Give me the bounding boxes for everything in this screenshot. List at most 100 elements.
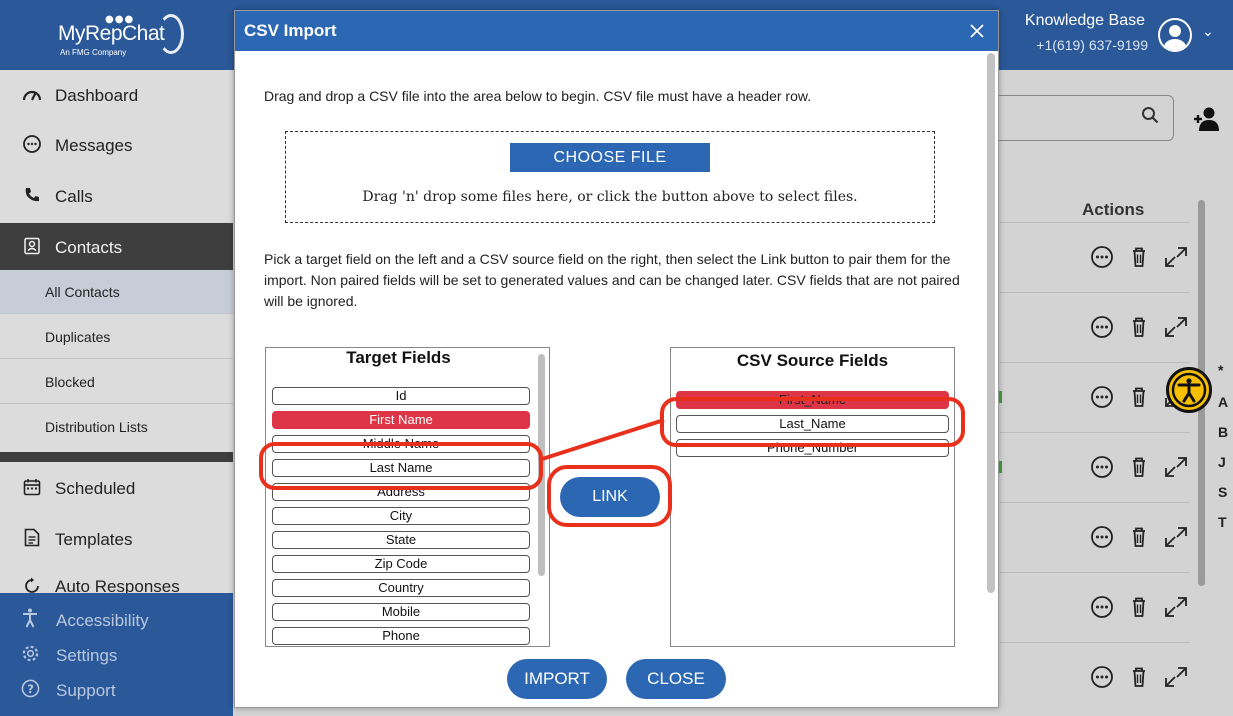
sidebar-item-label: Auto Responses: [55, 577, 180, 593]
target-field-phone[interactable]: Phone: [272, 627, 530, 645]
accessibility-icon: [19, 608, 41, 633]
source-field-phone-number[interactable]: Phone_Number: [676, 439, 949, 457]
dialog-scrollbar[interactable]: [987, 53, 995, 593]
dialog-title: CSV Import: [244, 21, 337, 40]
sidebar-subitem-blocked[interactable]: Blocked: [0, 360, 233, 404]
row-divider: [1000, 572, 1190, 573]
sidebar-item-settings[interactable]: Settings: [0, 638, 233, 673]
sidebar-item-support[interactable]: ? Support: [0, 673, 233, 708]
search-icon[interactable]: [1141, 106, 1159, 124]
alpha-index-item[interactable]: S: [1218, 484, 1227, 500]
sidebar-item-label: Contacts: [55, 238, 123, 257]
sidebar-item-templates[interactable]: Templates: [0, 515, 233, 565]
csv-import-dialog: CSV Import Drag and drop a CSV file into…: [234, 10, 999, 708]
actions-column-header: Actions: [1082, 200, 1145, 219]
sidebar-item-label: Dashboard: [55, 86, 139, 105]
expand-contact-icon[interactable]: [1163, 315, 1189, 339]
source-field-last-name[interactable]: Last_Name: [676, 415, 949, 433]
delete-contact-icon[interactable]: [1126, 665, 1152, 689]
import-button[interactable]: IMPORT: [507, 659, 607, 699]
account-phone: +1(619) 637-9199: [1036, 37, 1148, 53]
csv-source-fields-list[interactable]: CSV Source Fields First_Name Last_Name P…: [670, 347, 955, 647]
sidebar-item-label: Support: [56, 680, 116, 700]
sidebar-bottom-panel: Accessibility Settings ? Support: [0, 593, 233, 716]
delete-contact-icon[interactable]: [1126, 315, 1152, 339]
choose-file-button[interactable]: CHOOSE FILE: [510, 143, 710, 172]
close-button[interactable]: CLOSE: [626, 659, 726, 699]
delete-contact-icon[interactable]: [1126, 385, 1152, 409]
contact-card-icon: [22, 237, 42, 260]
sidebar-item-label: Scheduled: [55, 479, 136, 498]
accessibility-widget-icon[interactable]: [1166, 367, 1212, 413]
document-icon: [22, 528, 42, 552]
target-field-first-name[interactable]: First Name: [272, 411, 530, 429]
user-avatar-icon[interactable]: [1158, 18, 1192, 52]
close-icon[interactable]: [964, 18, 990, 44]
delete-contact-icon[interactable]: [1126, 455, 1152, 479]
sidebar-subitem-distribution-lists[interactable]: Distribution Lists: [0, 405, 233, 449]
sidebar-item-label: Accessibility: [56, 610, 149, 630]
app-logo[interactable]: ●●● MyRepChat An FMG Company: [58, 12, 188, 62]
message-contact-icon[interactable]: [1089, 525, 1115, 549]
refresh-icon: [22, 577, 42, 593]
expand-contact-icon[interactable]: [1163, 665, 1189, 689]
target-field-zip-code[interactable]: Zip Code: [272, 555, 530, 573]
message-contact-icon[interactable]: [1089, 315, 1115, 339]
sidebar-item-scheduled[interactable]: Scheduled: [0, 464, 233, 514]
expand-contact-icon[interactable]: [1163, 595, 1189, 619]
add-contact-icon[interactable]: [1193, 106, 1221, 132]
sidebar-item-contacts[interactable]: Contacts: [0, 223, 233, 273]
alpha-index-item[interactable]: *: [1218, 362, 1223, 378]
expand-contact-icon[interactable]: [1163, 525, 1189, 549]
target-fields-list[interactable]: Target Fields Id First Name Middle Name …: [265, 347, 550, 647]
sidebar-divider: [0, 452, 233, 462]
delete-contact-icon[interactable]: [1126, 525, 1152, 549]
sidebar: Dashboard Messages Calls Contacts All Co…: [0, 70, 233, 716]
question-icon: ?: [19, 679, 41, 703]
link-button[interactable]: LINK: [560, 477, 660, 517]
csv-dropzone[interactable]: CHOOSE FILE Drag 'n' drop some files her…: [285, 131, 935, 223]
alpha-index-item[interactable]: A: [1218, 394, 1228, 410]
target-field-address[interactable]: Address: [272, 483, 530, 501]
target-field-mobile[interactable]: Mobile: [272, 603, 530, 621]
expand-contact-icon[interactable]: [1163, 245, 1189, 269]
chevron-down-icon[interactable]: ⌄: [1202, 24, 1214, 40]
target-field-last-name[interactable]: Last Name: [272, 459, 530, 477]
message-contact-icon[interactable]: [1089, 665, 1115, 689]
target-field-id[interactable]: Id: [272, 387, 530, 405]
sidebar-subitem-all-contacts[interactable]: All Contacts: [0, 270, 233, 314]
delete-contact-icon[interactable]: [1126, 595, 1152, 619]
svg-text:?: ?: [27, 681, 34, 695]
message-contact-icon[interactable]: [1089, 595, 1115, 619]
source-field-first-name[interactable]: First_Name: [676, 391, 949, 409]
target-fields-scrollbar[interactable]: [538, 354, 545, 576]
logo-text: MyRepChat: [58, 22, 165, 45]
target-fields-title: Target Fields: [346, 348, 451, 367]
sidebar-item-auto-responses[interactable]: Auto Responses: [0, 566, 233, 593]
account-name: Knowledge Base: [1024, 12, 1145, 29]
alpha-index-item[interactable]: B: [1218, 424, 1228, 440]
sidebar-item-accessibility[interactable]: Accessibility: [0, 603, 233, 638]
row-divider: [1000, 502, 1190, 503]
gauge-icon: [22, 86, 42, 107]
message-contact-icon[interactable]: [1089, 385, 1115, 409]
alpha-index-item[interactable]: T: [1218, 514, 1227, 530]
sidebar-item-label: Templates: [55, 530, 133, 549]
alpha-index-item[interactable]: J: [1218, 454, 1226, 470]
sidebar-item-messages[interactable]: Messages: [0, 121, 233, 171]
sidebar-item-dashboard[interactable]: Dashboard: [0, 71, 233, 121]
sidebar-item-calls[interactable]: Calls: [0, 172, 233, 222]
message-contact-icon[interactable]: [1089, 455, 1115, 479]
target-field-state[interactable]: State: [272, 531, 530, 549]
row-divider: [1000, 362, 1190, 363]
sidebar-subitem-duplicates[interactable]: Duplicates: [0, 315, 233, 359]
delete-contact-icon[interactable]: [1126, 245, 1152, 269]
pairing-instructions: Pick a target field on the left and a CS…: [264, 251, 960, 309]
row-divider: [1000, 642, 1190, 643]
message-contact-icon[interactable]: [1089, 245, 1115, 269]
target-field-middle-name[interactable]: Middle Name: [272, 435, 530, 453]
target-field-city[interactable]: City: [272, 507, 530, 525]
target-field-country[interactable]: Country: [272, 579, 530, 597]
expand-contact-icon[interactable]: [1163, 455, 1189, 479]
logo-subtitle: An FMG Company: [60, 48, 127, 57]
